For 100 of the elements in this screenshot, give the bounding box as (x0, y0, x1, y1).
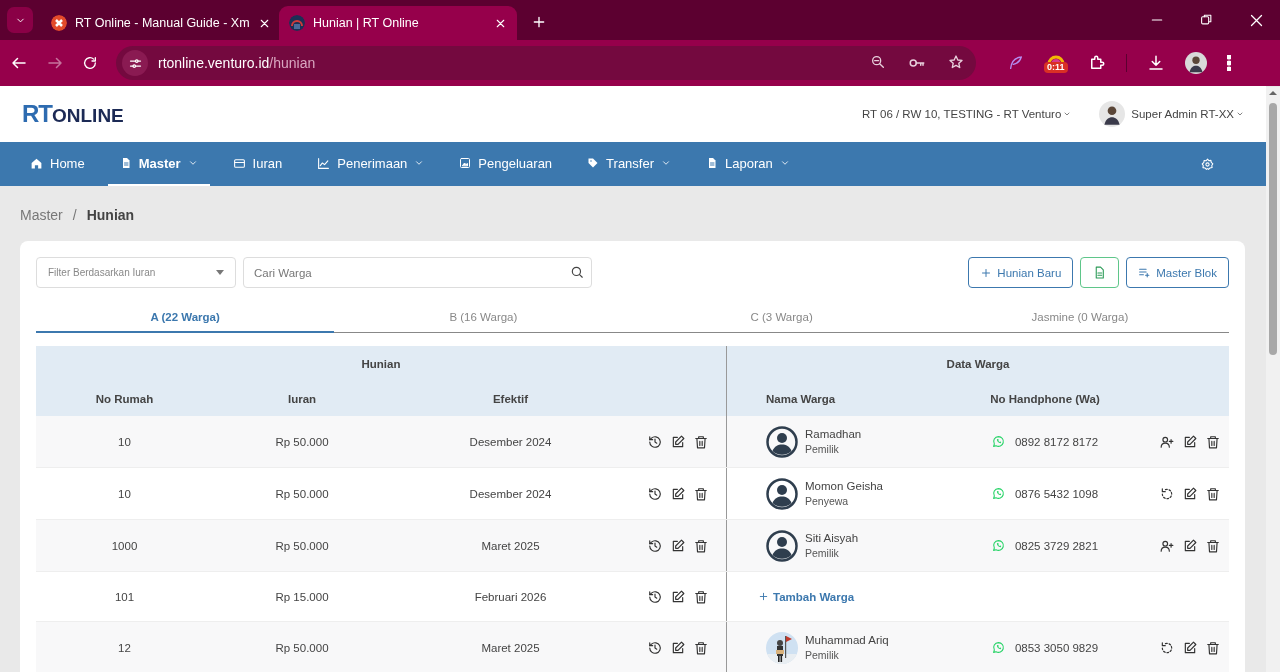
avatar-icon[interactable] (1099, 101, 1126, 127)
column-header: Nama Warga (766, 392, 836, 405)
home-icon (30, 156, 43, 170)
table-cell: 10 (118, 487, 131, 500)
timer-badge: 0:11 (1044, 61, 1068, 73)
block-tab[interactable]: A (22 Warga) (36, 302, 335, 333)
table-cell: 0892 8172 8172 (1014, 435, 1099, 448)
dropdown-arrow-icon (216, 270, 224, 275)
table-cell: 0825 3729 2821 (1014, 539, 1099, 552)
add-button[interactable]: Hunian Baru (968, 257, 1074, 288)
block-tab[interactable]: C (3 Warga) (632, 302, 931, 333)
image-icon (459, 157, 472, 169)
tag-icon (587, 157, 600, 169)
list-add-icon (1138, 266, 1152, 279)
restore-icon[interactable] (1200, 12, 1213, 26)
address-bar[interactable]: rtonline.venturo.id/hunian (116, 46, 976, 80)
user-menu[interactable]: Super Admin RT-XX (1131, 108, 1244, 120)
nav-item[interactable]: Master (107, 142, 210, 186)
nav-item[interactable]: Pengeluaran (447, 142, 565, 186)
settings-icon[interactable] (1201, 157, 1214, 171)
block-tab[interactable]: B (16 Warga) (334, 302, 633, 333)
add-user-icon[interactable] (1159, 538, 1174, 553)
trash-icon[interactable] (694, 538, 708, 553)
zoom-icon[interactable] (870, 54, 886, 70)
reset-icon[interactable] (1159, 486, 1174, 501)
scrollbar-thumb[interactable] (1269, 103, 1277, 355)
history-icon[interactable] (648, 640, 662, 655)
app-logo[interactable]: RTONLINE (22, 102, 124, 126)
edit-icon[interactable] (1182, 486, 1197, 501)
edit-icon[interactable] (671, 538, 685, 553)
plus-icon (758, 591, 769, 602)
chevron-down-icon (661, 158, 671, 168)
close-icon[interactable] (1249, 12, 1264, 28)
trash-icon[interactable] (694, 486, 708, 501)
trash-icon[interactable] (694, 434, 708, 449)
chevron-down-icon (187, 158, 198, 168)
filter-dropdown[interactable]: Filter Berdasarkan Iuran (36, 257, 236, 288)
edit-icon[interactable] (1182, 640, 1197, 655)
trash-icon[interactable] (1205, 486, 1220, 501)
edit-icon[interactable] (1182, 434, 1197, 449)
trash-icon[interactable] (694, 589, 708, 604)
location-selector[interactable]: RT 06 / RW 10, TESTING - RT Venturo (861, 108, 1072, 120)
edit-icon[interactable] (671, 640, 685, 655)
edit-icon[interactable] (671, 434, 685, 449)
download-icon[interactable] (1146, 54, 1165, 72)
resident-role: Pemilik (805, 647, 840, 663)
reset-icon[interactable] (1159, 640, 1174, 655)
browser-tab[interactable]: Hunian | RT Online (279, 6, 517, 40)
resident-role: Penyewa (805, 493, 850, 509)
history-icon[interactable] (648, 434, 662, 449)
avatar-icon[interactable] (1184, 52, 1207, 74)
edit-icon[interactable] (671, 486, 685, 501)
resident-role: Pemilik (805, 545, 840, 561)
table-cell: 10 (118, 435, 131, 448)
master-blok-button[interactable]: Master Blok (1126, 257, 1229, 288)
add-resident-link[interactable]: Tambah Warga (758, 590, 855, 603)
feather-icon[interactable] (1008, 55, 1024, 71)
headphones-icon (289, 15, 305, 31)
table-cell: Desember 2024 (469, 487, 552, 500)
edit-icon[interactable] (1182, 538, 1197, 553)
block-tab[interactable]: Jasmine (0 Warga) (930, 302, 1229, 333)
extension-icon[interactable] (1046, 53, 1065, 64)
table-cell: Februari 2026 (474, 590, 547, 603)
search-field[interactable]: Cari Warga (243, 257, 592, 288)
card-icon (232, 156, 246, 170)
add-user-icon[interactable] (1159, 434, 1174, 449)
table-cell: Rp 50.000 (275, 539, 329, 552)
column-header: No Handphone (Wa) (990, 392, 1100, 405)
breadcrumb-separator: / (72, 207, 77, 223)
trash-icon[interactable] (1205, 538, 1220, 553)
whatsapp-icon (991, 435, 1005, 448)
trash-icon[interactable] (1205, 434, 1220, 449)
reload-icon[interactable] (82, 55, 98, 71)
spreadsheet-icon (1093, 266, 1107, 279)
table-cell: 0876 5432 1098 (1014, 487, 1099, 500)
column-header: No Rumah (95, 392, 154, 405)
plus-icon[interactable] (531, 14, 547, 30)
table-cell: Maret 2025 (481, 641, 540, 654)
star-icon[interactable] (948, 54, 964, 70)
table-cell: Desember 2024 (469, 435, 552, 448)
nav-item[interactable]: Laporan (694, 142, 802, 186)
trash-icon[interactable] (694, 640, 708, 655)
chart-icon (317, 156, 331, 170)
export-button[interactable] (1080, 257, 1120, 288)
browser-tab[interactable]: RT Online - Manual Guide - Xm (41, 6, 279, 40)
nav-item[interactable]: Transfer (575, 142, 683, 186)
nav-item[interactable]: Home (18, 142, 97, 186)
nav-item[interactable]: Penerimaan (305, 142, 437, 186)
more-icon[interactable] (1226, 55, 1231, 71)
search-icon (570, 265, 584, 279)
history-icon[interactable] (648, 538, 662, 553)
chevron-down-icon (779, 158, 790, 168)
trash-icon[interactable] (1205, 640, 1220, 655)
chevron-down-icon (1236, 110, 1244, 118)
resident-name: Siti Aisyah (805, 530, 859, 546)
nav-item[interactable]: Iuran (220, 142, 295, 186)
history-icon[interactable] (648, 589, 662, 604)
breadcrumb-link[interactable]: Master (20, 207, 63, 223)
history-icon[interactable] (648, 486, 662, 501)
edit-icon[interactable] (671, 589, 685, 604)
